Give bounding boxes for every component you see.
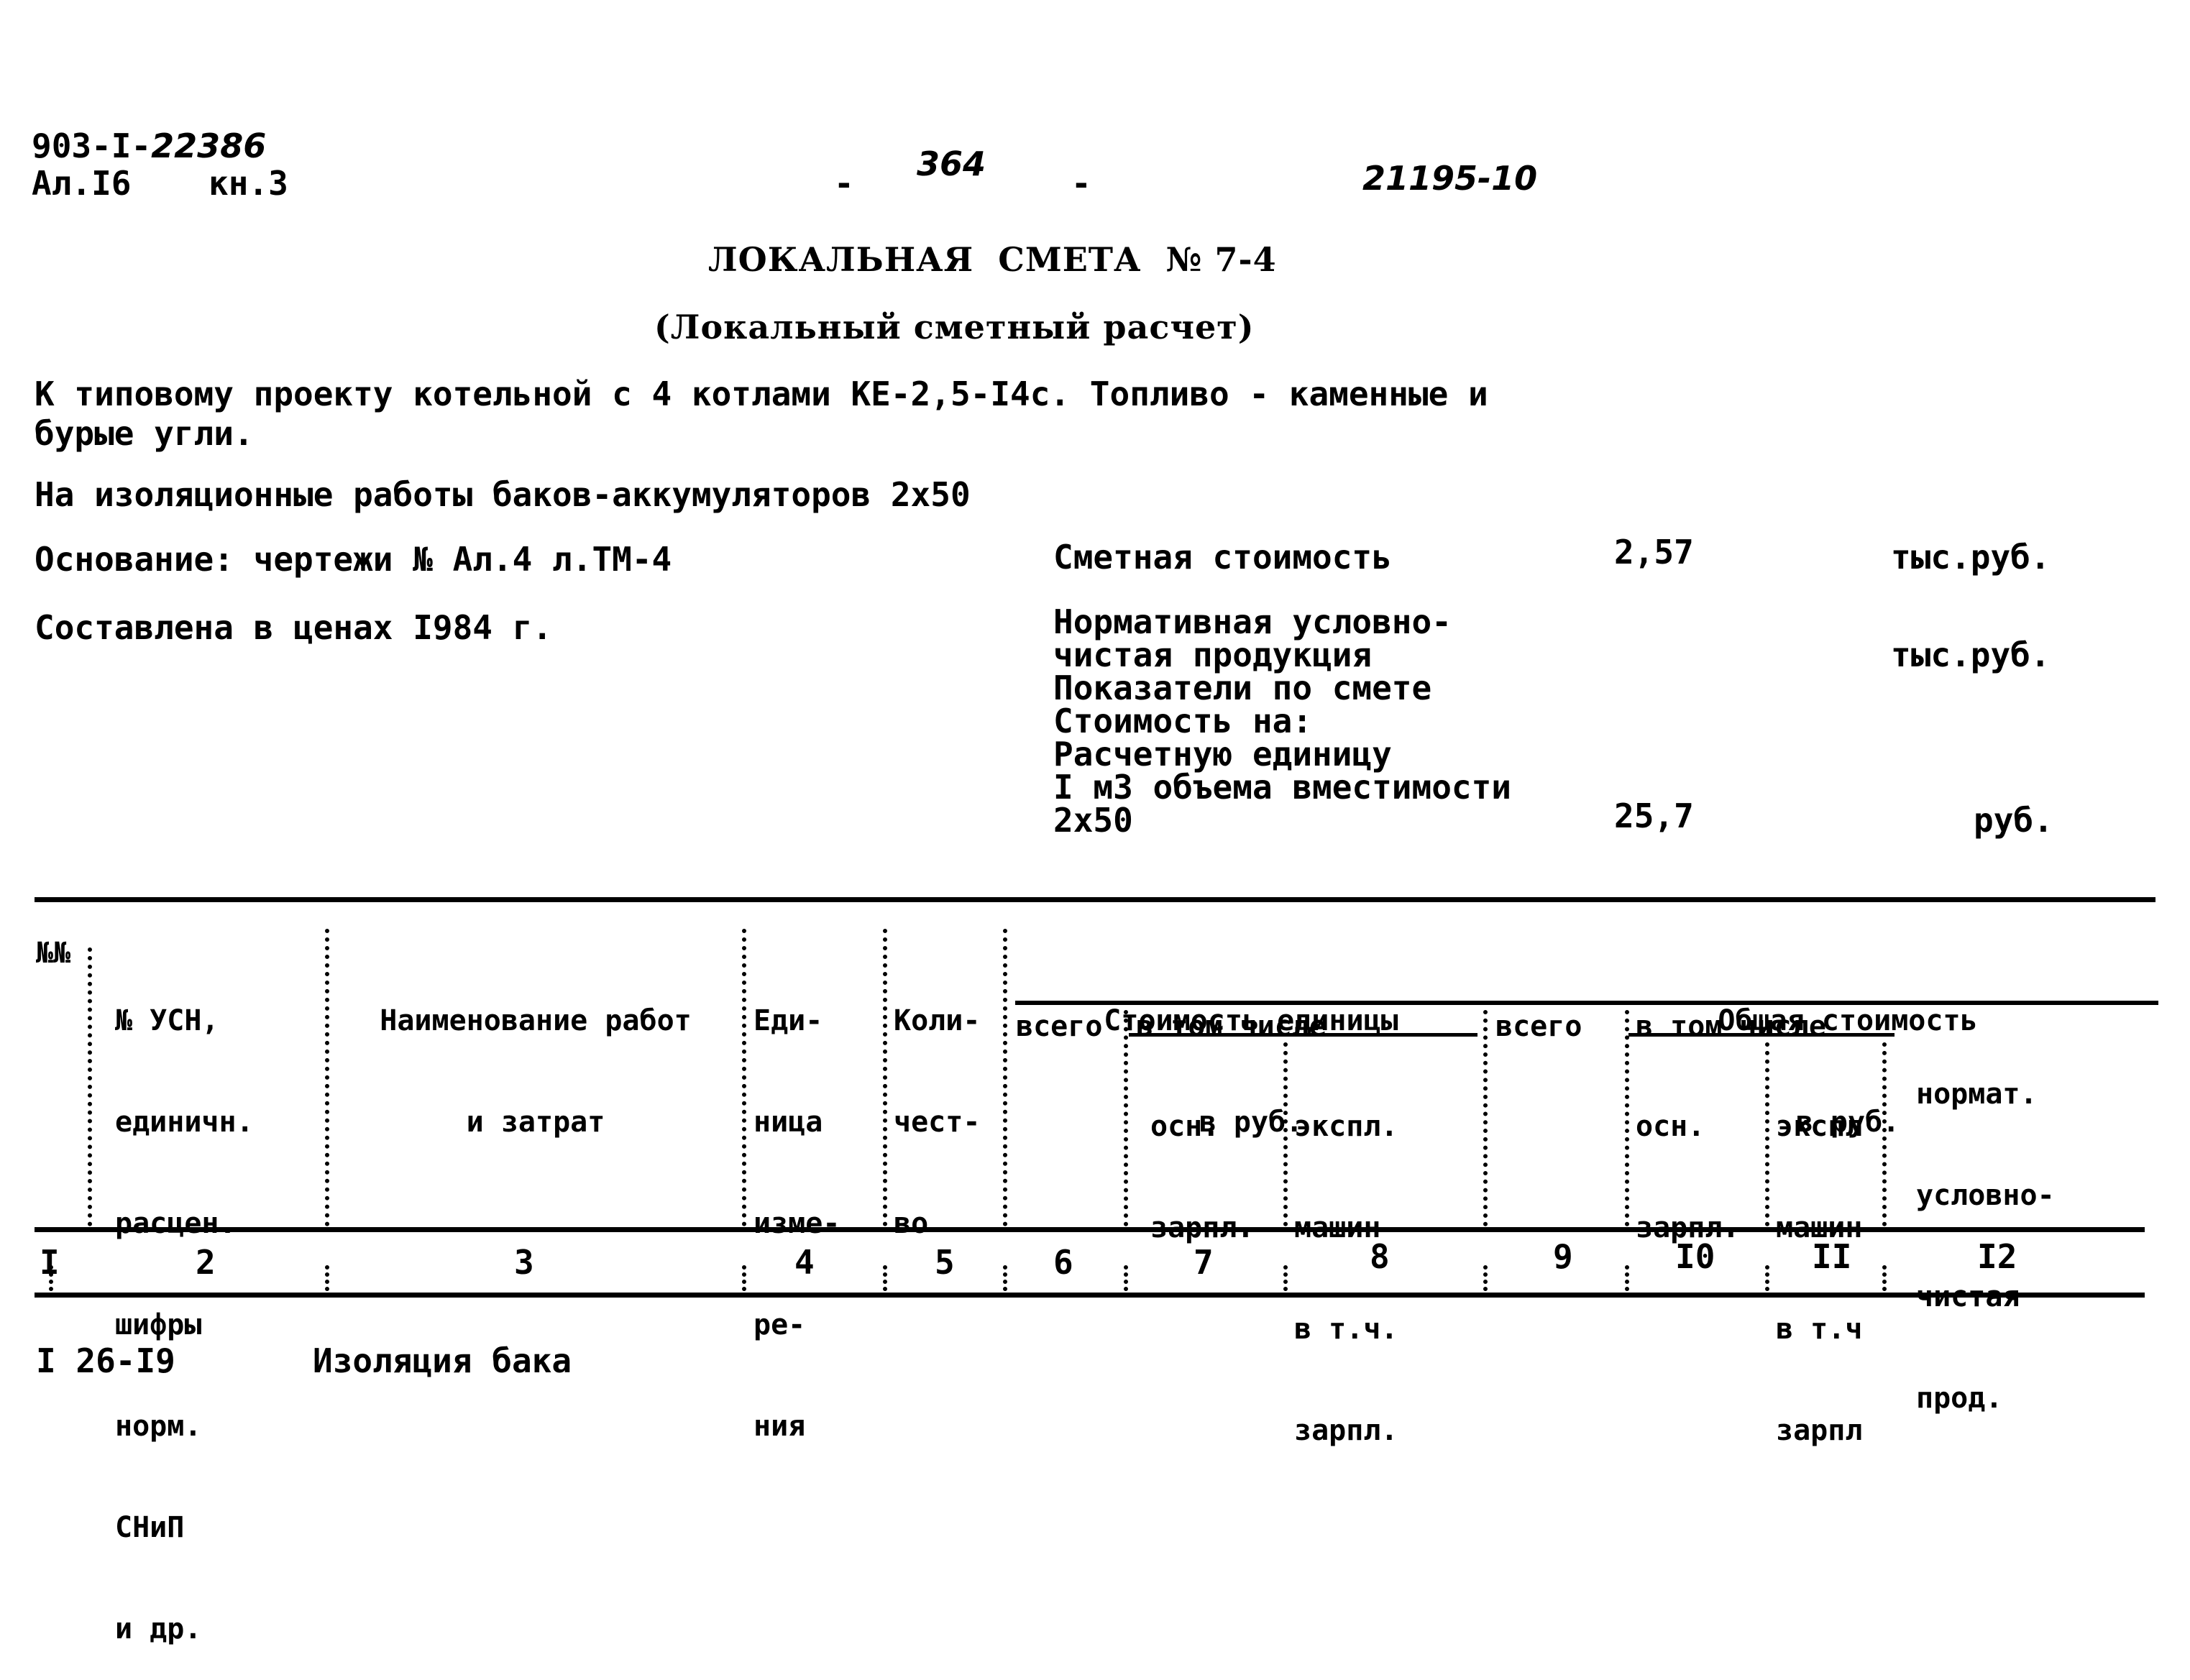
col-header-unit-incl: в том числе [1136,1010,1327,1043]
num-sep-8 [1483,1265,1488,1291]
col-header-quantity: Коли- чест- во [894,1004,981,1240]
basis-line: Основание: чертежи № Ал.4 л.ТМ-4 [35,540,672,579]
num-sep-7 [1283,1265,1288,1291]
work-description: На изоляционные работы баков-аккумулятор… [35,475,971,514]
project-code: 903-I-22386 [32,127,267,165]
cost-on-line: Стоимость на: [1053,702,1313,740]
page-dash-right: - [1071,164,1091,203]
col-num-9: 9 [1553,1237,1573,1276]
col-header-unit-total: всего [1016,1010,1103,1043]
project-line-2: бурые угли. [35,414,254,453]
col-header-unit: Еди- ница изме- ре- ния [753,1004,840,1443]
col-sep-2 [325,929,329,1226]
col-num-6: 6 [1053,1243,1073,1282]
num-sep-2 [325,1265,329,1291]
project-code-handwritten: 22386 [151,127,267,165]
archive-number: 21195-10 [1362,159,1538,198]
book-number: кн.3 [209,164,288,203]
num-sep-9 [1625,1265,1629,1291]
col-num-11: II [1812,1237,1852,1276]
col-header-normative: нормат. условно- чистая прод. [1916,1078,2055,1415]
col-header-number: №№ [36,937,71,970]
num-sep-6 [1124,1265,1128,1291]
col-sep-4 [883,929,887,1226]
col-num-7: 7 [1193,1243,1214,1282]
col-num-3: 3 [514,1243,534,1282]
document-title: ЛОКАЛЬНАЯ СМЕТА № 7-4 [708,240,1277,279]
normative-line-1: Нормативная условно- [1053,602,1452,641]
col-num-12: I2 [1977,1237,2017,1276]
unit-cost-unit: руб. [1974,801,2053,840]
tanks-line: 2х50 [1053,801,1133,840]
volume-line: I м3 объема вместимости [1053,768,1511,807]
col-sep-3 [742,929,746,1226]
unit-cost-value: 25,7 [1614,797,1694,835]
col-num-10: I0 [1675,1237,1715,1276]
col-num-2: 2 [196,1243,216,1282]
col-num-4: 4 [794,1243,815,1282]
col-sep-1 [88,947,92,1226]
album-number: Ал.I6 [32,164,132,203]
document-subtitle: (Локальный сметный расчет) [654,308,1255,346]
num-sep-11 [1882,1265,1887,1291]
row-name: Изоляция бака [313,1341,572,1380]
col-header-name: Наименование работ и затрат [380,1004,692,1139]
num-sep-4 [883,1265,887,1291]
num-sep-10 [1765,1265,1769,1291]
row-code: I 26-I9 [36,1341,175,1380]
page-dash-left: - [834,164,854,203]
indicators-line: Показатели по смете [1053,669,1432,707]
estimated-cost-unit: тыс.руб. [1891,538,2051,577]
calc-unit-line: Расчетную единицу [1053,735,1392,774]
normative-unit: тыс.руб. [1891,635,2051,674]
table-top-rule [35,897,2155,902]
num-sep-5 [1003,1265,1007,1291]
page-number: 364 [917,144,986,183]
col-header-total-total: всего [1495,1010,1582,1043]
col-num-5: 5 [935,1243,955,1282]
normative-line-2: чистая продукция [1053,635,1373,674]
col-header-total-incl: в том числе [1636,1010,1826,1043]
estimated-cost-value: 2,57 [1614,533,1694,572]
col-header-code: № УСН, единичн. расцен. шифры норм. СНиП… [115,1004,254,1645]
col-num-8: 8 [1370,1237,1390,1276]
estimated-cost-label: Сметная стоимость [1053,538,1392,577]
col-sep-5 [1003,929,1007,1226]
col-sep-8 [1483,1010,1488,1226]
prices-line: Составлена в ценах I984 г. [35,608,553,647]
project-line-1: К типовому проекту котельной с 4 котлами… [35,375,1488,413]
num-sep-1 [49,1265,53,1291]
num-sep-3 [742,1265,746,1291]
